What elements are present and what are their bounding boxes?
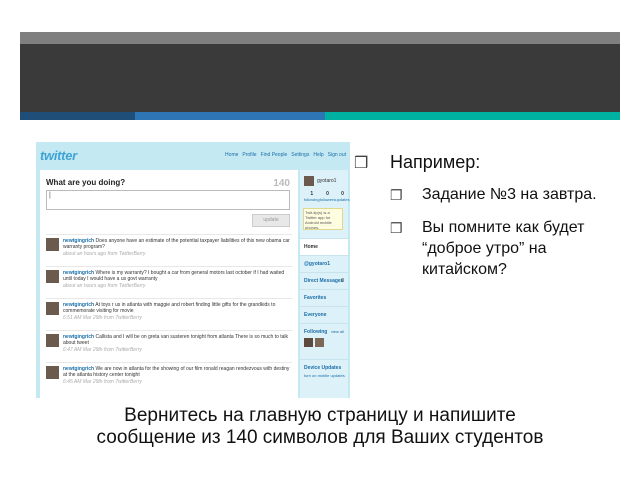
tweet-meta[interactable]: 6:47 AM Mar 29th from TwitterBerry [63, 347, 292, 353]
user-stats: 1 following 0 followers 0 updates [304, 192, 350, 203]
slide-top-strip [20, 32, 620, 44]
accent-segment-2 [135, 112, 325, 120]
sidebar-item-home[interactable]: Home [300, 238, 348, 255]
nav-help-link[interactable]: Help [313, 152, 323, 158]
accent-segment-1 [20, 112, 135, 120]
direct-message-count: 0 [341, 278, 344, 284]
nav-profile-link[interactable]: Profile [242, 152, 256, 158]
avatar[interactable] [46, 334, 59, 347]
sidebar-menu: Home @gyotaro1 Direct Messages 0 Favorite… [300, 238, 348, 385]
sidebar-tip: Twit-tip(s) is a Twitter app for Android… [303, 208, 343, 230]
sidebar-item-everyone[interactable]: Everyone [300, 306, 348, 323]
twitter-logo[interactable]: twitter [40, 148, 77, 163]
slide-bullets: ❒ Например: ❒ Задание №3 на завтра. ❒ Вы по… [354, 150, 616, 292]
char-counter: 140 [273, 178, 290, 189]
status-prompt: What are you doing? [46, 178, 126, 187]
stat-following[interactable]: 1 following [304, 192, 320, 203]
tweet-meta[interactable]: about an hours ago from TwitterBerry [63, 283, 292, 289]
avatar[interactable] [46, 366, 59, 379]
tweet-meta[interactable]: 6:51 AM Mar 29th from TwitterBerry [63, 315, 292, 321]
stat-updates[interactable]: 0 updates [335, 192, 349, 203]
tweet-text: Callista and I will be on greta van sust… [63, 334, 289, 346]
bullet-level-1: ❒ Например: [354, 150, 616, 174]
tweet-text: Where is my warranty? I bought a car fro… [63, 270, 285, 282]
bullet-level-2: ❒ Вы помните как будет “доброе утро” на к… [390, 219, 585, 278]
nav-sign-out-link[interactable]: Sign out [328, 152, 346, 158]
user-avatar[interactable] [304, 176, 314, 186]
sidebar-item-device-updates[interactable]: Device Updates turn on mobile updates [300, 359, 348, 385]
checkmark-bullet-icon: ❒ [390, 187, 403, 203]
checkmark-bullet-icon: ❒ [354, 155, 369, 172]
tweet-item: newtgingrich Callista and I will be on g… [46, 330, 292, 362]
sidebar-item-mentions[interactable]: @gyotaro1 [300, 255, 348, 272]
stat-followers[interactable]: 0 followers [320, 192, 336, 203]
twitter-screenshot: twitter Home Profile Find People Setting… [36, 142, 350, 398]
update-button[interactable]: update [252, 214, 290, 227]
tweet-item: newtgingrich Where is my warranty? I bou… [46, 266, 292, 298]
tweet-item: newtgingrich At toys r us in atlanta wit… [46, 298, 292, 330]
tweet-item: newtgingrich Does anyone have an estimat… [46, 234, 292, 266]
avatar[interactable] [315, 338, 324, 347]
sidebar-item-direct-messages[interactable]: Direct Messages 0 [300, 272, 348, 289]
caption-line-1: Вернитесь на главную страницу и напишите [124, 405, 516, 426]
nav-find-people-link[interactable]: Find People [261, 152, 288, 158]
timeline: newtgingrich Does anyone have an estimat… [46, 234, 292, 394]
slide-accent-strip [20, 112, 620, 120]
sidebar-username[interactable]: gyotaro1 [317, 178, 336, 184]
sidebar-item-favorites[interactable]: Favorites [300, 289, 348, 306]
nav-settings-link[interactable]: Settings [291, 152, 309, 158]
slide-header-bar [20, 44, 620, 112]
twitter-main-column: What are you doing? 140 | update newtgin… [40, 170, 298, 398]
device-updates-link[interactable]: turn on mobile updates [304, 373, 348, 378]
status-input[interactable]: | [46, 190, 290, 210]
tweet-text: At toys r us in atlanta with maggie and … [63, 302, 276, 314]
tweet-item: newtgingrich We are now in atlanta for t… [46, 362, 292, 394]
tweet-meta[interactable]: about an hours ago from TwitterBerry [63, 251, 292, 257]
tweet-meta[interactable]: 6:45 AM Mar 29th from TwitterBerry [63, 379, 292, 385]
tweet-text: Does anyone have an estimate of the pote… [63, 238, 290, 250]
sidebar-item-following[interactable]: Following view all [300, 323, 348, 359]
avatar[interactable] [304, 338, 313, 347]
caption-line-2: сообщение из 140 символов для Ваших студ… [96, 427, 544, 448]
avatar[interactable] [46, 270, 59, 283]
accent-segment-3 [325, 112, 620, 120]
following-avatars [304, 338, 348, 347]
bullet-level-2: ❒ Задание №3 на завтра. [354, 184, 616, 205]
twitter-nav: Home Profile Find People Settings Help S… [225, 152, 346, 158]
sidebar-user: gyotaro1 [304, 176, 336, 186]
nav-home-link[interactable]: Home [225, 152, 238, 158]
checkmark-bullet-icon: ❒ [390, 220, 403, 236]
slide-caption: Вернитесь на главную страницу и напишите… [20, 405, 620, 449]
tweet-text: We are now in atlanta for the showing of… [63, 366, 290, 378]
twitter-sidebar: gyotaro1 1 following 0 followers 0 updates … [300, 170, 350, 398]
view-all-link[interactable]: view all [331, 329, 344, 334]
avatar[interactable] [46, 302, 59, 315]
avatar[interactable] [46, 238, 59, 251]
